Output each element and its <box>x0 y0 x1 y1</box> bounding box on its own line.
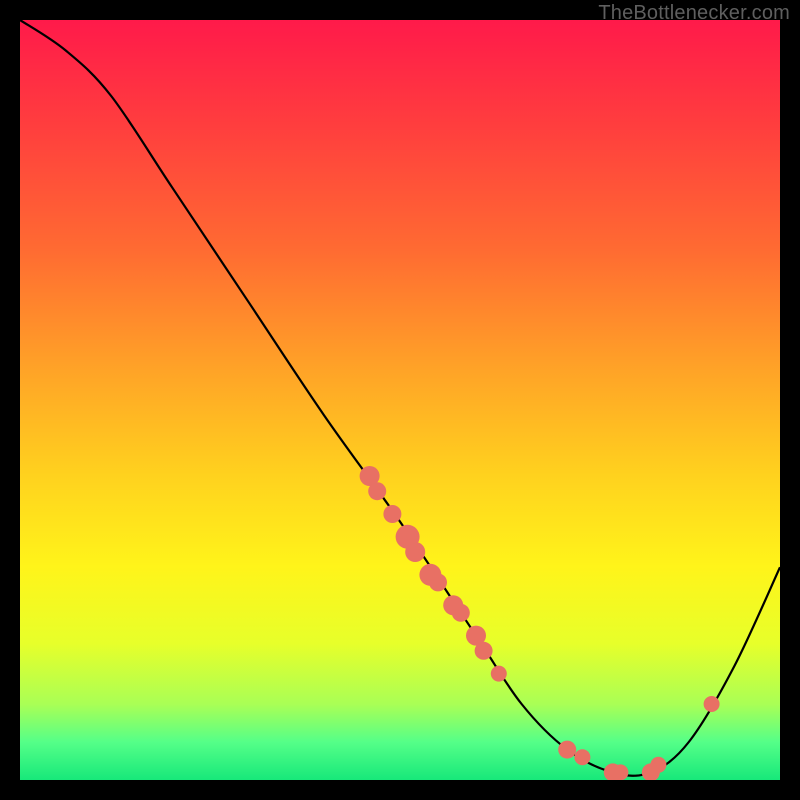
data-marker <box>574 749 590 765</box>
data-marker <box>429 573 447 591</box>
data-marker <box>491 666 507 682</box>
chart-frame: TheBottlenecker.com <box>0 0 800 800</box>
data-marker <box>383 505 401 523</box>
data-marker <box>475 642 493 660</box>
data-marker <box>368 482 386 500</box>
data-marker <box>650 757 666 773</box>
plot-area <box>20 20 780 780</box>
gradient-background <box>20 20 780 780</box>
data-marker <box>405 542 425 562</box>
data-marker <box>558 741 576 759</box>
chart-svg <box>20 20 780 780</box>
data-marker <box>452 604 470 622</box>
data-marker <box>612 764 628 780</box>
attribution-label: TheBottlenecker.com <box>598 2 790 25</box>
data-marker <box>704 696 720 712</box>
